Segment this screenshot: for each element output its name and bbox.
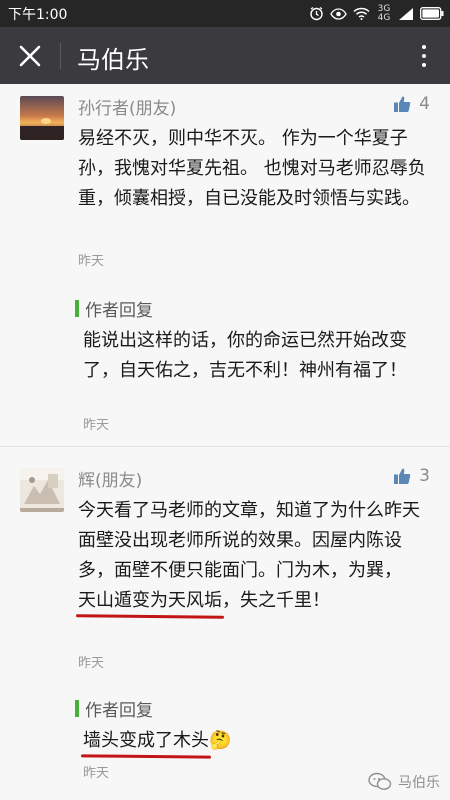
watermark-text: 马伯乐 <box>398 775 440 791</box>
like-button[interactable]: 3 <box>393 466 430 486</box>
more-button[interactable] <box>406 27 442 84</box>
reply-indicator <box>75 300 79 317</box>
reply-time: 昨天 <box>83 418 110 433</box>
app-header: 马伯乐 <box>0 27 450 84</box>
highlighted-phrase: 天山遁变为天风垢 <box>75 586 225 619</box>
reply-label: 作者回复 <box>85 301 153 321</box>
comment-time: 昨天 <box>78 656 105 671</box>
comment-time: 昨天 <box>78 254 105 269</box>
close-button[interactable] <box>0 27 60 84</box>
signal-icon <box>398 7 414 21</box>
more-icon <box>422 44 426 67</box>
wechat-icon <box>368 772 392 790</box>
comment-text-part: 今天看了马老师的文章，知道了为什么昨天面壁没出现老师所说的效果。因屋内陈设多，面… <box>78 500 420 581</box>
status-bar: 下午1:00 3G 4G <box>0 0 450 27</box>
red-underline <box>80 754 212 759</box>
thumbs-up-icon <box>394 96 411 112</box>
comment-text: 易经不灭，则中华不灭。 作为一个华夏子孙，我愧对华夏先祖。 也愧对马老师忍辱负重… <box>78 128 426 209</box>
reply-indicator <box>75 700 79 717</box>
reply-label: 作者回复 <box>85 701 153 721</box>
header-divider <box>60 43 61 69</box>
status-time: 下午1:00 <box>8 7 68 23</box>
close-icon <box>19 45 41 66</box>
status-icons: 3G 4G <box>309 4 444 23</box>
like-count: 3 <box>419 466 430 486</box>
comment-nickname[interactable]: 孙行者(朋友) <box>78 94 176 119</box>
comment-text-part: ，失之千里！ <box>222 590 330 611</box>
comment-item: 孙行者(朋友) 4 易经不灭，则中华不灭。 作为一个华夏子孙，我愧对华夏先祖。 … <box>0 84 450 444</box>
network-label: 3G 4G <box>377 3 391 23</box>
avatar[interactable] <box>20 96 64 140</box>
highlighted-phrase: 墙头变成了木头 <box>80 726 212 759</box>
comment-item: 辉(朋友) 3 今天看了马老师的文章，知道了为什么昨天面壁没出现老师所说的效果。… <box>0 456 450 800</box>
reply-text: 能说出这样的话，你的命运已然开始改变了，自天佑之，吉无不利！神州有福了！ <box>83 330 407 381</box>
thumbs-up-icon <box>394 468 411 484</box>
red-underline <box>75 614 225 619</box>
reply-text: 墙头变成了木头 🤔 <box>80 726 435 759</box>
comment-nickname[interactable]: 辉(朋友) <box>78 466 142 491</box>
thinking-emoji-icon: 🤔 <box>209 730 232 751</box>
like-count: 4 <box>419 94 430 114</box>
avatar[interactable] <box>20 468 64 512</box>
wifi-icon <box>353 7 370 20</box>
watermark: 马伯乐 <box>368 772 440 792</box>
comment-divider <box>0 446 450 447</box>
reply-time: 昨天 <box>83 766 110 781</box>
page-title: 马伯乐 <box>77 46 149 74</box>
like-button[interactable]: 4 <box>393 94 430 114</box>
battery-icon <box>420 7 444 20</box>
comment-list[interactable]: 孙行者(朋友) 4 易经不灭，则中华不灭。 作为一个华夏子孙，我愧对华夏先祖。 … <box>0 84 450 800</box>
eye-icon <box>330 7 347 20</box>
comment-text: 今天看了马老师的文章，知道了为什么昨天面壁没出现老师所说的效果。因屋内陈设多，面… <box>75 496 430 619</box>
alarm-icon <box>309 6 324 21</box>
highlighted-text: 墙头变成了木头 <box>83 730 209 751</box>
highlighted-text: 天山遁变为天风垢 <box>78 590 222 611</box>
